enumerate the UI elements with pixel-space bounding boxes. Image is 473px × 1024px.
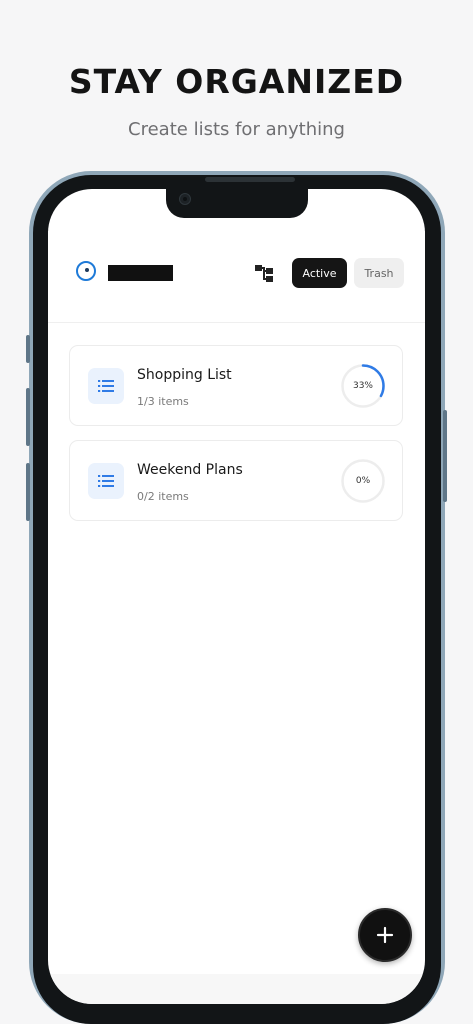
tree-structure-icon[interactable] xyxy=(253,262,275,284)
list-title: Shopping List xyxy=(137,367,232,383)
list-icon-container xyxy=(88,368,124,404)
side-button-volume-down xyxy=(26,463,30,521)
list-icon xyxy=(98,475,114,487)
progress-percent-label: 33% xyxy=(352,381,373,391)
phone-speaker xyxy=(205,177,295,182)
list-card-weekend[interactable]: Weekend Plans 0/2 items 0% xyxy=(69,440,403,521)
promo-subline: Create lists for anything xyxy=(128,119,345,140)
promo-headline: STAY ORGANIZED xyxy=(68,62,405,101)
side-button-mute xyxy=(26,335,30,363)
list-card-shopping[interactable]: Shopping List 1/3 items 33% xyxy=(69,345,403,426)
circle-dot-icon xyxy=(76,261,96,281)
side-button-volume-up xyxy=(26,388,30,446)
active-filter-button[interactable]: Active xyxy=(292,258,347,288)
front-camera xyxy=(179,193,191,205)
trash-filter-button[interactable]: Trash xyxy=(354,258,404,288)
header-divider xyxy=(48,322,425,323)
home-indicator-area xyxy=(48,974,425,1004)
app-screen: Active Trash Shopping List 1/3 items 33% xyxy=(48,189,425,1004)
side-button-power xyxy=(443,410,447,502)
plus-icon xyxy=(376,926,394,944)
list-title: Weekend Plans xyxy=(137,462,243,478)
progress-percent-label: 0% xyxy=(355,476,371,486)
list-icon-container xyxy=(88,463,124,499)
list-item-count: 1/3 items xyxy=(137,395,189,408)
list-icon xyxy=(98,380,114,392)
add-list-button[interactable] xyxy=(358,908,412,962)
list-item-count: 0/2 items xyxy=(137,490,189,503)
redacted-app-title xyxy=(108,265,173,281)
